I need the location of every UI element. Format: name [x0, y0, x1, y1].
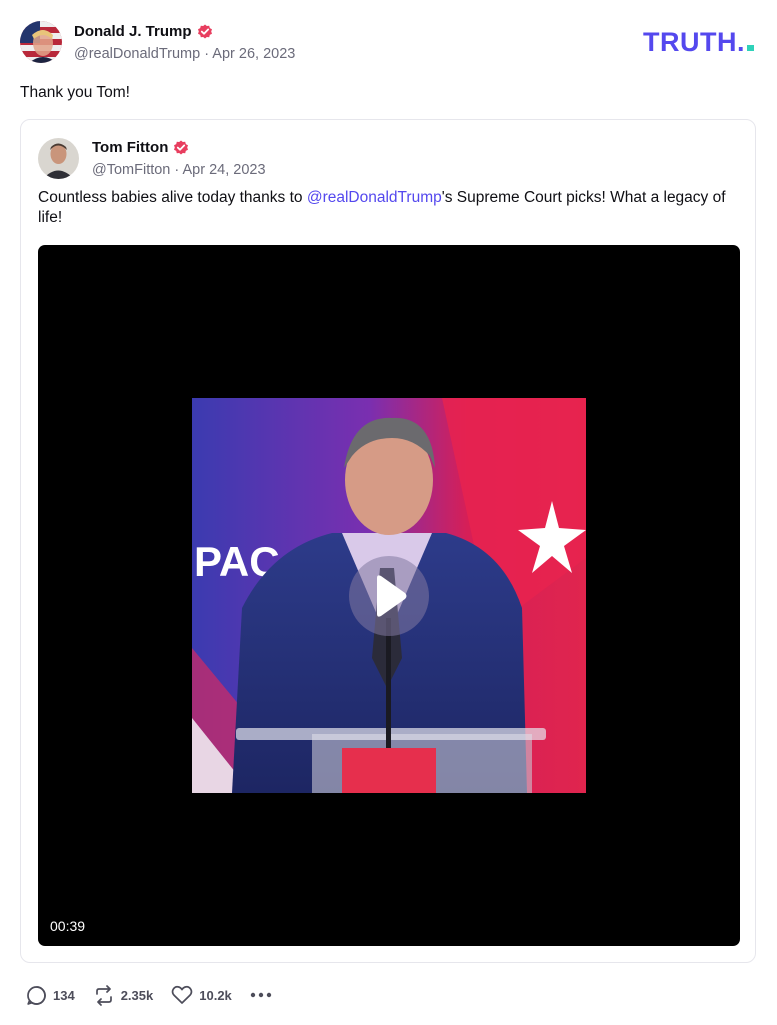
quoted-author-avatar[interactable] [38, 138, 79, 179]
retruth-button[interactable]: 2.35k [93, 984, 154, 1006]
reply-count: 134 [53, 987, 75, 1003]
author-meta: @realDonaldTrump · Apr 26, 2023 [74, 46, 295, 62]
post-actions: 134 2.35k 10.2k [26, 984, 272, 1006]
verified-badge-icon [197, 24, 213, 40]
retruth-count: 2.35k [120, 987, 154, 1003]
truth-post: Donald J. Trump @realDonaldTrump · Apr 2… [0, 0, 777, 1025]
like-count: 10.2k [199, 987, 232, 1003]
quoted-text-before: Countless babies alive today thanks to [38, 189, 307, 206]
retruth-icon [95, 984, 112, 1006]
mention-link[interactable]: @realDonaldTrump [307, 189, 442, 206]
meta-separator: · [170, 162, 183, 178]
heart-icon [171, 985, 193, 1004]
more-icon [250, 992, 271, 998]
meta-separator: · [200, 46, 213, 62]
reply-icon [27, 985, 46, 1005]
quoted-post-card[interactable]: Tom Fitton @TomFitton · Apr 24, 2023 Cou… [20, 119, 756, 963]
play-icon [377, 575, 407, 617]
play-button[interactable] [349, 556, 429, 636]
post-header: Donald J. Trump @realDonaldTrump · Apr 2… [20, 21, 757, 65]
quoted-author-name-text[interactable]: Tom Fitton [92, 139, 168, 156]
quoted-author-handle[interactable]: @TomFitton [92, 162, 170, 178]
post-date[interactable]: Apr 26, 2023 [212, 46, 295, 62]
like-button[interactable]: 10.2k [171, 985, 232, 1005]
author-avatar[interactable] [20, 21, 62, 63]
video-duration: 00:39 [50, 918, 86, 934]
reply-button[interactable]: 134 [26, 985, 75, 1006]
verified-badge-icon [173, 140, 189, 156]
quoted-post-date[interactable]: Apr 24, 2023 [182, 162, 265, 178]
quoted-author-name[interactable]: Tom Fitton [92, 139, 189, 156]
more-options-button[interactable] [250, 992, 272, 998]
author-name-text[interactable]: Donald J. Trump [74, 23, 192, 40]
quoted-author-meta: @TomFitton · Apr 24, 2023 [92, 162, 266, 178]
video-player[interactable]: PAC 00:39 [38, 245, 740, 946]
author-handle[interactable]: @realDonaldTrump [74, 46, 200, 62]
author-name[interactable]: Donald J. Trump [74, 23, 213, 40]
post-text: Thank you Tom! [20, 84, 130, 101]
truth-logo-text: TRUTH. [643, 29, 745, 55]
quoted-post-text: Countless babies alive today thanks to @… [38, 188, 738, 228]
truth-logo[interactable]: TRUTH. [643, 27, 757, 57]
